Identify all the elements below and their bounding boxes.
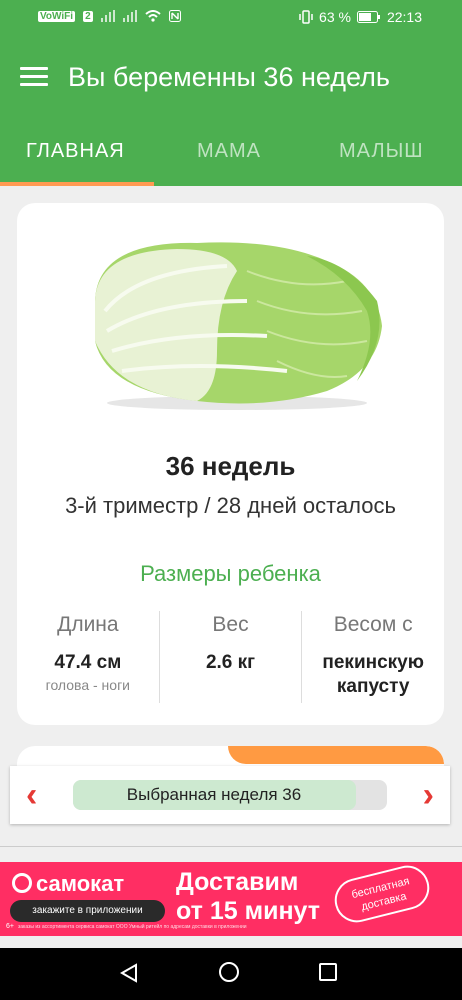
ad-headline: Доставим от 15 минут (176, 868, 320, 926)
page-title: Вы беременны 36 недель (68, 62, 390, 92)
ad-brand-name: самокат (36, 871, 125, 896)
ad-free-delivery-stamp: бесплатная доставка (330, 862, 434, 927)
chevron-left-icon[interactable]: ‹ (26, 778, 37, 812)
system-nav-bar (0, 948, 462, 1000)
vowifi-label: VoWiFi (38, 10, 76, 22)
ad-age-label: 6+ (6, 923, 14, 930)
nfc-icon (168, 10, 181, 22)
ad-banner[interactable]: самокат закажите в приложении Доставим о… (0, 862, 462, 936)
ad-fine-text: заказы из ассортимента сервиса самокат О… (17, 924, 247, 930)
chevron-right-icon[interactable]: › (423, 778, 434, 812)
vibrate-icon (299, 10, 313, 24)
week-card: 36 недель 3-й триместр / 28 дней осталос… (17, 203, 444, 725)
size-comparison-column: Весом с пекинскую капусту (301, 611, 444, 703)
tab-mom[interactable]: МАМА (197, 140, 261, 163)
battery-percent: 63 % (319, 9, 351, 25)
weight-column: Вес 2.6 кг (158, 611, 302, 703)
weight-label: Вес (212, 613, 249, 636)
hamburger-icon[interactable] (20, 67, 48, 89)
card-badge (228, 746, 444, 764)
clock: 22:13 (386, 9, 422, 25)
ad-fine-print: 6+ заказы из ассортимента сервиса самокат… (6, 923, 247, 930)
baby-sizes: Длина 47.4 см голова - ноги Вес 2.6 кг В… (17, 611, 444, 703)
weeks-title: 36 недель (165, 451, 296, 481)
battery-icon (356, 11, 380, 23)
tab-main[interactable]: ГЛАВНАЯ (26, 140, 125, 163)
napa-cabbage-image (95, 242, 382, 410)
length-column: Длина 47.4 см голова - ноги (17, 611, 159, 703)
brand-logo-icon (12, 873, 32, 893)
length-value: 47.4 см (54, 652, 122, 673)
ad-brand: самокат (12, 871, 124, 897)
ad-headline-line2: от 15 минут (176, 897, 321, 925)
tab-baby[interactable]: МАЛЫШ (339, 140, 424, 163)
status-bar: VoWiFi 2 63 % 22:13 (0, 0, 462, 36)
comparison-label: Весом с (333, 613, 413, 636)
home-icon[interactable] (219, 962, 239, 982)
week-selector: ‹ Выбранная неделя 36 › (10, 766, 450, 824)
length-sub: голова - ноги (45, 677, 130, 693)
signal-icon (100, 10, 115, 22)
ad-headline-line1: Доставим (176, 868, 299, 896)
active-tab-indicator (0, 182, 154, 186)
back-icon[interactable] (119, 963, 139, 983)
ad-app-pill: закажите в приложении (10, 900, 165, 922)
selected-week-label: Выбранная неделя 36 (126, 785, 302, 804)
week-slider[interactable]: Выбранная неделя 36 (73, 780, 387, 810)
comparison-value: пекинскую капусту (322, 652, 424, 697)
tab-bar: ГЛАВНАЯ МАМА МАЛЫШ (0, 124, 462, 186)
wifi-icon (144, 10, 161, 22)
signal-icon-2 (122, 10, 137, 22)
sim-label: 2 (83, 10, 93, 22)
trimester-info: 3-й триместр / 28 дней осталось (65, 493, 396, 518)
length-label: Длина (57, 613, 119, 636)
weight-value: 2.6 кг (205, 652, 256, 673)
baby-sizes-title: Размеры ребенка (140, 561, 321, 586)
recents-icon[interactable] (319, 963, 337, 981)
divider (0, 846, 462, 847)
app-bar: Вы беременны 36 недель (0, 36, 462, 124)
